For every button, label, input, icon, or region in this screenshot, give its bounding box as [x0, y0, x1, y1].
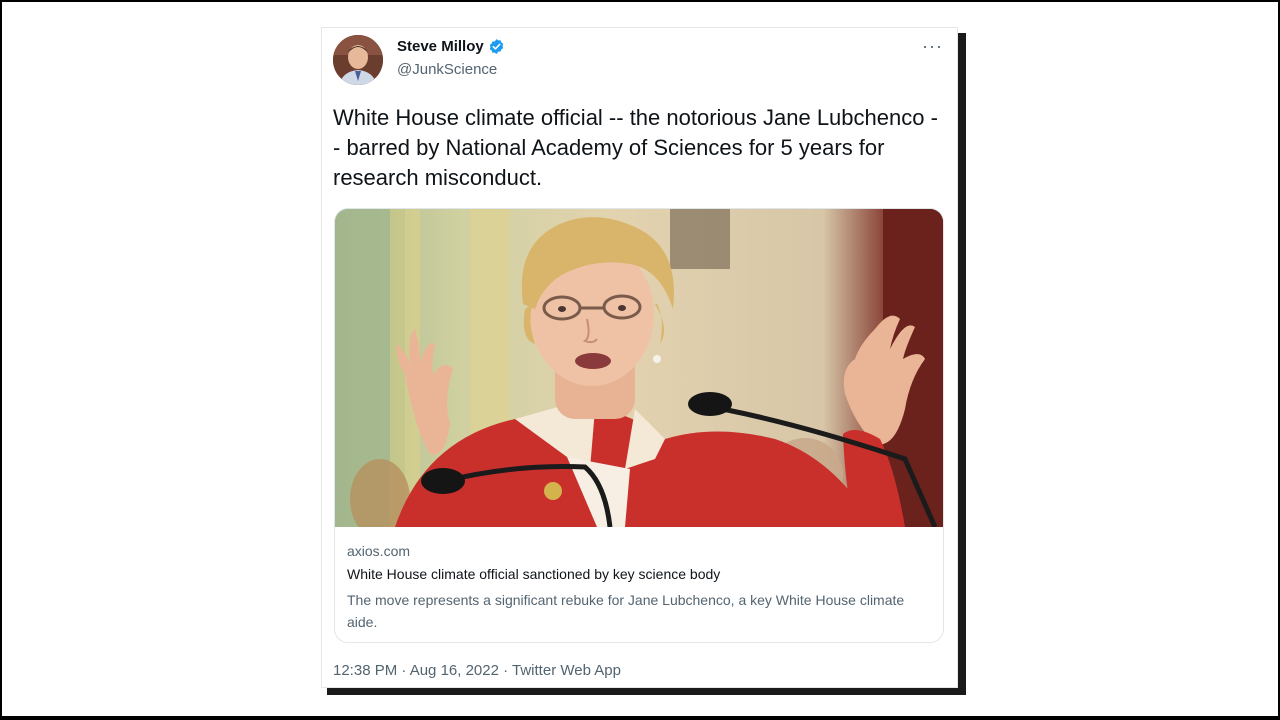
tweet-card: Steve Milloy @JunkScience ··· White Hous…: [321, 27, 958, 688]
card-image[interactable]: [335, 209, 943, 539]
avatar[interactable]: [333, 35, 383, 85]
tweet-meta[interactable]: 12:38 PM · Aug 16, 2022 · Twitter Web Ap…: [333, 662, 621, 679]
canvas: Steve Milloy @JunkScience ··· White Hous…: [2, 2, 1278, 716]
card-domain[interactable]: axios.com: [347, 543, 410, 559]
card-title[interactable]: White House climate official sanctioned …: [347, 566, 720, 582]
author-name[interactable]: Steve Milloy: [397, 38, 484, 55]
tweet-text: White House climate official -- the noto…: [333, 105, 938, 190]
card-description[interactable]: The move represents a significant rebuke…: [347, 589, 907, 633]
verified-badge-icon: [488, 38, 505, 55]
link-card[interactable]: axios.com White House climate official s…: [334, 208, 944, 643]
author-handle[interactable]: @JunkScience: [397, 61, 497, 78]
more-options-icon[interactable]: ···: [922, 36, 943, 57]
author-name-row[interactable]: Steve Milloy: [397, 38, 505, 55]
